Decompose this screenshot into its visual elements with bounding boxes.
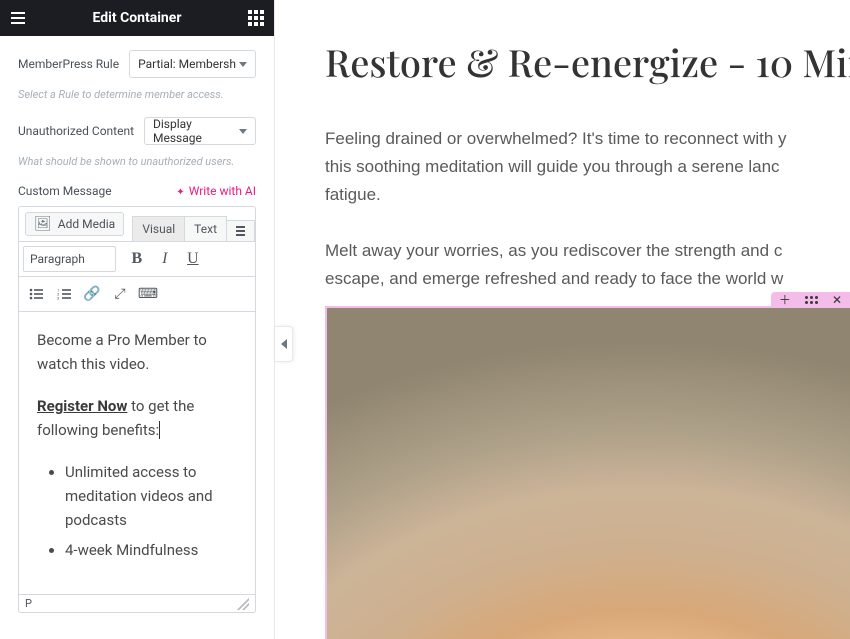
tab-text[interactable]: Text bbox=[185, 216, 227, 241]
custom-message-label: Custom Message bbox=[18, 184, 112, 198]
bold-button[interactable]: B bbox=[124, 246, 150, 272]
apps-icon[interactable] bbox=[248, 10, 264, 26]
italic-button[interactable]: I bbox=[152, 246, 178, 272]
rule-label: MemberPress Rule bbox=[18, 57, 119, 71]
chevron-down-icon bbox=[239, 62, 247, 67]
unauthorized-select-value: Display Message bbox=[153, 117, 239, 145]
link-button[interactable]: 🔗 bbox=[79, 281, 105, 307]
editor-toolbar-row2: 123 🔗 ⤢ ⌨ bbox=[19, 277, 255, 312]
rule-helper: Select a Rule to determine member access… bbox=[18, 88, 256, 101]
fullscreen-button[interactable]: ⤢ bbox=[107, 281, 133, 307]
text-caret bbox=[159, 421, 160, 439]
editor-bullet: 4-week Mindfulness bbox=[65, 538, 237, 562]
svg-text:3: 3 bbox=[57, 296, 59, 301]
register-link[interactable]: Register Now bbox=[37, 397, 127, 415]
panel-body: MemberPress Rule Partial: Membersh Selec… bbox=[0, 36, 274, 619]
keyboard-button[interactable]: ⌨ bbox=[135, 281, 161, 307]
menu-icon[interactable] bbox=[10, 10, 26, 26]
editor-bullet: Unlimited access to meditation videos an… bbox=[65, 460, 237, 532]
close-widget-button[interactable]: ✕ bbox=[832, 294, 842, 306]
editor-tab-group: Visual Text bbox=[132, 207, 255, 241]
editor-status-bar: P bbox=[19, 594, 255, 612]
panel-title: Edit Container bbox=[93, 10, 182, 26]
sparkle-icon bbox=[176, 184, 184, 198]
tab-options[interactable] bbox=[227, 220, 255, 241]
editor-p2: Register Now to get the following benefi… bbox=[37, 394, 237, 442]
panel-collapse-button[interactable] bbox=[275, 326, 293, 362]
drag-widget-handle[interactable] bbox=[805, 296, 818, 304]
editor-p1: Become a Pro Member to watch this video. bbox=[37, 328, 237, 376]
lines-icon bbox=[236, 226, 245, 236]
format-select-value: Paragraph bbox=[30, 252, 85, 266]
bulleted-list-button[interactable] bbox=[23, 281, 49, 307]
page-para2: Melt away your worries, as you rediscove… bbox=[325, 237, 850, 293]
editor-panel: Edit Container MemberPress Rule Partial:… bbox=[0, 0, 275, 639]
chevron-down-icon bbox=[239, 129, 247, 134]
page-title: Restore & Re-energize - 10 Minute bbox=[325, 36, 850, 87]
editor-toolbar-row1: Paragraph B I U bbox=[19, 242, 255, 277]
rich-text-editor: 🖼 Add Media Visual Text Paragraph bbox=[18, 206, 256, 613]
unauthorized-helper: What should be shown to unauthorized use… bbox=[18, 155, 256, 168]
rule-select-value: Partial: Membersh bbox=[138, 57, 236, 71]
memberpress-rule-field: MemberPress Rule Partial: Membersh bbox=[18, 50, 256, 78]
add-media-button[interactable]: 🖼 Add Media bbox=[25, 212, 124, 236]
tab-visual[interactable]: Visual bbox=[132, 216, 185, 241]
editor-bullets: Unlimited access to meditation videos an… bbox=[37, 460, 237, 562]
ai-link-label: Write with AI bbox=[189, 184, 256, 198]
media-icon: 🖼 bbox=[34, 217, 52, 231]
write-with-ai-link[interactable]: Write with AI bbox=[176, 184, 256, 198]
custom-message-header: Custom Message Write with AI bbox=[18, 184, 256, 198]
format-select[interactable]: Paragraph bbox=[23, 246, 116, 272]
unauthorized-label: Unauthorized Content bbox=[18, 124, 134, 138]
panel-header: Edit Container bbox=[0, 0, 274, 36]
editor-topbar: 🖼 Add Media Visual Text bbox=[19, 207, 255, 242]
page-para1: Feeling drained or overwhelmed? It's tim… bbox=[325, 125, 850, 209]
page-preview: Restore & Re-energize - 10 Minute Feelin… bbox=[275, 0, 850, 639]
add-media-label: Add Media bbox=[58, 217, 115, 231]
editor-content[interactable]: Become a Pro Member to watch this video.… bbox=[19, 312, 255, 594]
selected-widget[interactable] bbox=[325, 306, 850, 639]
add-widget-button[interactable]: ＋ bbox=[779, 294, 791, 306]
editor-status-path: P bbox=[25, 597, 32, 610]
page-body: Feeling drained or overwhelmed? It's tim… bbox=[325, 125, 850, 293]
numbered-list-button[interactable]: 123 bbox=[51, 281, 77, 307]
unauthorized-field: Unauthorized Content Display Message bbox=[18, 117, 256, 145]
rule-select[interactable]: Partial: Membersh bbox=[129, 50, 256, 78]
unauthorized-select[interactable]: Display Message bbox=[144, 117, 256, 145]
underline-button[interactable]: U bbox=[180, 246, 206, 272]
resize-grip-icon[interactable] bbox=[237, 598, 249, 610]
